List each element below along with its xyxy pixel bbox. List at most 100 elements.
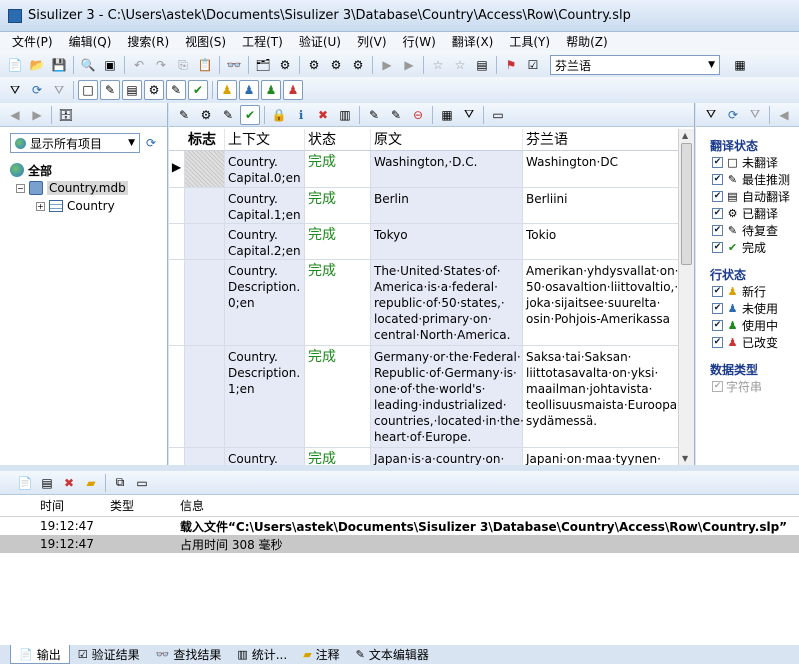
state-auto-icon[interactable]: ▤ <box>122 80 142 100</box>
filter-clear-icon[interactable]: ⛛ <box>49 80 69 100</box>
gear-icon[interactable]: ⚙ <box>196 105 216 125</box>
filter-auto-translated[interactable]: ✔ ▤ 自动翻译 <box>696 188 799 205</box>
cell-source[interactable]: Tokyo <box>371 224 523 259</box>
col-header-type[interactable]: 类型 <box>70 497 140 514</box>
table-row[interactable]: Country. Capital.2;en 完成 Tokyo Tokio <box>169 224 679 260</box>
stop-icon[interactable]: ⊖ <box>408 105 428 125</box>
checkbox[interactable]: ✔ <box>712 208 723 219</box>
run-icon[interactable]: ▶ <box>377 55 397 75</box>
tab-output[interactable]: 📄 输出 <box>10 645 70 664</box>
grid-icon[interactable]: ▦ <box>730 55 750 75</box>
cell-target[interactable]: Berliini <box>523 188 679 223</box>
cell-state[interactable]: 完成 <box>305 260 371 345</box>
filter-clear-icon[interactable]: ⛛ <box>745 105 765 125</box>
checkbox[interactable]: ✔ <box>712 303 723 314</box>
checkbox[interactable]: ✔ <box>712 286 723 297</box>
cell-target[interactable]: Washington·DC <box>523 151 679 187</box>
checkbox[interactable]: ✔ <box>712 320 723 331</box>
cell-target[interactable]: Amerikan·yhdysvallat·on· 50·osavaltion·l… <box>523 260 679 345</box>
info-icon[interactable]: ℹ <box>291 105 311 125</box>
menu-search[interactable]: 搜索(R) <box>119 32 177 52</box>
filter-complete[interactable]: ✔ ✔ 完成 <box>696 239 799 256</box>
cell-context[interactable]: Country. Capital.0;en <box>225 151 305 187</box>
state-complete-icon[interactable]: ✔ <box>188 80 208 100</box>
filter-translated[interactable]: ✔ ⚙ 已翻译 <box>696 205 799 222</box>
edit-icon[interactable]: ✎ <box>364 105 384 125</box>
checkbox[interactable]: ✔ <box>712 157 723 168</box>
grid-vertical-scrollbar[interactable]: ▲ ▼ <box>678 129 694 465</box>
filter-used-row[interactable]: ✔ ♟ 使用中 <box>696 317 799 334</box>
cell-source[interactable]: Germany·or·the·Federal· Republic·of·Germ… <box>371 346 524 447</box>
col-header-context[interactable]: 上下文 <box>225 129 305 150</box>
scrollbar-thumb[interactable] <box>681 143 692 265</box>
cell-context[interactable]: Country. Description. 0;en <box>225 260 305 345</box>
filter-best-guess[interactable]: ✔ ✎ 最佳推测 <box>696 171 799 188</box>
menu-translate[interactable]: 翻译(X) <box>444 32 502 52</box>
back-icon[interactable]: ◀ <box>5 105 25 125</box>
cell-context[interactable]: Country. Capital.1;en <box>225 188 305 223</box>
copy-window-icon[interactable]: ⧉ <box>110 473 130 493</box>
checkbox[interactable]: ✔ <box>712 242 723 253</box>
cell-flag[interactable] <box>185 448 225 465</box>
tab-statistics[interactable]: ▥ 统计... <box>229 645 295 664</box>
cell-state[interactable]: 完成 <box>305 188 371 223</box>
menu-help[interactable]: 帮助(Z) <box>558 32 616 52</box>
tree-node-all[interactable]: 全部 <box>0 161 167 179</box>
clear-icon[interactable]: ▥ <box>335 105 355 125</box>
filter-new-row[interactable]: ✔ ♟ 新行 <box>696 283 799 300</box>
delete-icon[interactable]: ✖ <box>313 105 333 125</box>
cell-context[interactable]: Country. Description. 1;en <box>225 346 305 447</box>
save-icon[interactable]: 💾 <box>49 55 69 75</box>
filter-changed-row[interactable]: ✔ ♟ 已改变 <box>696 334 799 351</box>
cell-flag[interactable] <box>185 346 225 447</box>
run-next-icon[interactable]: ▶ <box>399 55 419 75</box>
cell-flag[interactable] <box>185 224 225 259</box>
scroll-down-icon[interactable]: ▼ <box>682 454 688 463</box>
col-header-flag[interactable]: 标志 <box>185 129 225 150</box>
checkbox[interactable]: ✔ <box>712 174 723 185</box>
table-row[interactable]: Country. Description. 0;en 完成 The·United… <box>169 260 679 346</box>
scan-icon[interactable]: 🗂 <box>253 55 273 75</box>
refresh-icon[interactable]: ⟳ <box>146 136 156 150</box>
menu-tools[interactable]: 工具(Y) <box>501 32 558 52</box>
checkbox[interactable]: ✔ <box>712 337 723 348</box>
window-icon[interactable]: ▭ <box>488 105 508 125</box>
cell-state[interactable]: 完成 <box>305 346 371 447</box>
tree-node-database[interactable]: − Country.mdb <box>0 179 167 197</box>
col-header-time[interactable]: 时间 <box>0 497 70 514</box>
cell-context[interactable]: Country. <box>225 448 305 465</box>
forward-icon[interactable]: ▶ <box>27 105 47 125</box>
tree-node-table[interactable]: + Country <box>0 197 167 215</box>
review-icon[interactable]: ✎ <box>218 105 238 125</box>
cell-context[interactable]: Country. Capital.2;en <box>225 224 305 259</box>
menu-row[interactable]: 行(W) <box>395 32 444 52</box>
output-row[interactable]: 19:12:47 占用时间 308 毫秒 <box>0 535 799 553</box>
edit-note-icon[interactable]: ✎ <box>386 105 406 125</box>
tab-validation-results[interactable]: ☑ 验证结果 <box>70 645 148 664</box>
wand-icon[interactable]: ✎ <box>174 105 194 125</box>
checkbox[interactable]: ✔ <box>712 225 723 236</box>
scroll-up-icon[interactable]: ▲ <box>682 131 688 140</box>
redo-icon[interactable]: ↷ <box>151 55 171 75</box>
cell-flag[interactable] <box>185 151 225 187</box>
cell-target[interactable]: Japani·on·maa·tyynen· <box>523 448 679 465</box>
col-header-target[interactable]: 芬兰语 <box>523 129 679 150</box>
filter-icon[interactable]: ⛛ <box>701 105 721 125</box>
check-icon[interactable]: ☑ <box>523 55 543 75</box>
cell-source[interactable]: The·United·States·of· America·is·a·feder… <box>371 260 523 345</box>
filter-unused-row[interactable]: ✔ ♟ 未使用 <box>696 300 799 317</box>
state-translated-icon[interactable]: ⚙ <box>144 80 164 100</box>
columns-icon[interactable]: ▦ <box>437 105 457 125</box>
document-icon[interactable]: ▤ <box>472 55 492 75</box>
lock-icon[interactable]: 🔒 <box>269 105 289 125</box>
tab-find-results[interactable]: 👓 查找结果 <box>148 645 230 664</box>
cell-source[interactable]: Berlin <box>371 188 523 223</box>
copy-log-icon[interactable]: ▤ <box>37 473 57 493</box>
menu-file[interactable]: 文件(P) <box>4 32 61 52</box>
window-icon[interactable]: ▭ <box>132 473 152 493</box>
bookmark-next-icon[interactable]: ☆ <box>450 55 470 75</box>
cell-state[interactable]: 完成 <box>305 224 371 259</box>
table-row[interactable]: Country. 完成 Japan·is·a·country·on· Japan… <box>169 448 679 465</box>
paste-icon[interactable]: 📋 <box>195 55 215 75</box>
undo-icon[interactable]: ↶ <box>129 55 149 75</box>
